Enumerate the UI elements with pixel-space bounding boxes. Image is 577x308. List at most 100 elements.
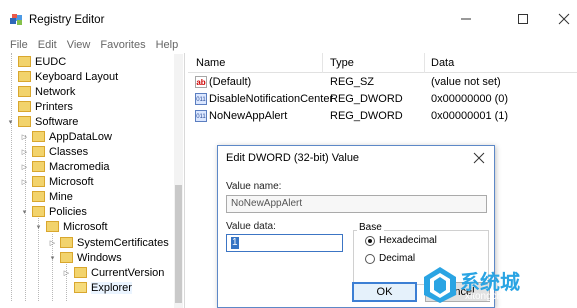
tree-item[interactable]: ▷ CurrentVersion (62, 265, 165, 280)
binary-value-icon: 011 (195, 93, 207, 105)
tree-item-label: Network (35, 85, 76, 98)
tree-item[interactable]: ▷ SystemCertificates (48, 235, 169, 250)
ok-button[interactable]: OK (352, 282, 417, 302)
menu-file[interactable]: File (10, 39, 28, 51)
close-icon (473, 152, 485, 164)
folder-icon (32, 176, 45, 187)
value-type: REG_DWORD (330, 110, 403, 122)
folder-icon (46, 221, 59, 232)
tree-item-label: Mine (49, 190, 73, 203)
close-button[interactable] (541, 8, 577, 30)
expanded-chevron-icon[interactable]: ▾ (6, 117, 15, 126)
tree-item[interactable]: ▾ Windows (48, 250, 122, 265)
value-row[interactable]: ab (Default) REG_SZ (value not set) (188, 74, 577, 91)
dialog-title-bar: Edit DWORD (32-bit) Value (218, 146, 494, 170)
tree-item[interactable]: Keyboard Layout (6, 69, 118, 84)
value-row[interactable]: 011 NoNewAppAlert REG_DWORD 0x00000001 (… (188, 108, 577, 125)
menu-bar: File Edit View Favorites Help (0, 36, 577, 53)
folder-icon (32, 146, 45, 157)
tree-item-label: Policies (49, 205, 87, 218)
value-name-field[interactable]: NoNewAppAlert (226, 195, 487, 213)
tree-item-label: Keyboard Layout (35, 70, 119, 83)
tree-item[interactable]: ▷ Macromedia (20, 159, 110, 174)
value-data: 0x00000001 (1) (431, 110, 509, 122)
tree-item[interactable]: Explorer (62, 280, 132, 295)
folder-icon (18, 86, 31, 97)
decimal-label[interactable]: Decimal (379, 253, 415, 264)
folder-icon (18, 101, 31, 112)
base-label: Base (357, 222, 384, 233)
value-data-field[interactable]: 1 (226, 234, 343, 252)
value-name: DisableNotificationCenter (209, 93, 334, 105)
folder-icon (32, 131, 45, 142)
header-name[interactable]: Name (196, 57, 225, 69)
collapsed-chevron-icon[interactable]: ▷ (20, 132, 29, 141)
tree-item-label: Microsoft (63, 220, 108, 233)
tree-item[interactable]: Printers (6, 99, 73, 114)
dialog-title: Edit DWORD (32-bit) Value (226, 152, 360, 164)
value-data-text: 1 (231, 237, 239, 249)
tree-item[interactable]: Network (6, 84, 75, 99)
collapsed-chevron-icon[interactable]: ▷ (62, 268, 71, 277)
value-type: REG_SZ (330, 76, 375, 88)
menu-help[interactable]: Help (156, 39, 179, 51)
tree-item[interactable]: ▷ Microsoft (20, 174, 94, 189)
collapsed-chevron-icon[interactable]: ▷ (20, 177, 29, 186)
menu-favorites[interactable]: Favorites (100, 39, 145, 51)
tree-item[interactable]: ▾ Microsoft (34, 219, 108, 234)
cancel-button[interactable]: Cancel (425, 282, 490, 302)
folder-icon (60, 237, 73, 248)
tree-item[interactable]: ▷ Classes (20, 144, 88, 159)
tree-item-label: CurrentVersion (91, 266, 165, 279)
tree-item-label: Macromedia (49, 160, 110, 173)
registry-editor-window: Registry Editor File Edit View Favorites… (0, 0, 577, 308)
tree-item[interactable]: EUDC (6, 54, 66, 69)
edit-dword-dialog: Edit DWORD (32-bit) Value Value name: No… (217, 145, 495, 308)
folder-icon (74, 282, 87, 293)
header-type[interactable]: Type (330, 57, 354, 69)
collapsed-chevron-icon[interactable]: ▷ (48, 238, 57, 247)
menu-edit[interactable]: Edit (38, 39, 57, 51)
collapsed-chevron-icon[interactable]: ▷ (20, 162, 29, 171)
expanded-chevron-icon[interactable]: ▾ (48, 253, 57, 262)
folder-icon (18, 56, 31, 67)
tree-item-label: SystemCertificates (77, 236, 169, 249)
binary-value-icon: 011 (195, 110, 207, 122)
folder-icon (32, 206, 45, 217)
minimize-button[interactable] (443, 8, 489, 30)
decimal-radio[interactable] (365, 254, 375, 264)
registry-editor-icon (10, 14, 22, 25)
tree-item-label: Windows (77, 251, 122, 264)
collapsed-chevron-icon[interactable]: ▷ (20, 147, 29, 156)
tree-item-label: Software (35, 115, 79, 128)
value-row[interactable]: 011 DisableNotificationCenter REG_DWORD … (188, 91, 577, 108)
value-name-label: Value name: (226, 181, 282, 192)
tree-item[interactable]: ▾ Policies (20, 204, 87, 219)
tree-item[interactable]: ▾ Software (6, 114, 79, 129)
title-bar: Registry Editor (0, 0, 577, 36)
expanded-chevron-icon[interactable]: ▾ (34, 222, 43, 231)
maximize-icon (518, 14, 528, 24)
tree-item[interactable]: ▷ AppDataLow (20, 129, 112, 144)
tree-item[interactable]: Mine (20, 189, 73, 204)
header-data[interactable]: Data (431, 57, 454, 69)
folder-icon (18, 71, 31, 82)
tree-item-label: Microsoft (49, 175, 94, 188)
expanded-chevron-icon[interactable]: ▾ (20, 207, 29, 216)
close-icon (558, 13, 570, 25)
maximize-button[interactable] (500, 8, 546, 30)
menu-view[interactable]: View (67, 39, 91, 51)
hexadecimal-radio[interactable] (365, 236, 375, 246)
tree-item-label: AppDataLow (49, 130, 112, 143)
folder-icon (60, 252, 73, 263)
tree-scroll-thumb[interactable] (175, 185, 182, 303)
value-name: NoNewAppAlert (209, 110, 288, 122)
value-data: 0x00000000 (0) (431, 93, 509, 105)
folder-icon (18, 116, 31, 127)
tree-item-label: Classes (49, 145, 89, 158)
hexadecimal-label[interactable]: Hexadecimal (379, 235, 437, 246)
value-data-label: Value data: (226, 221, 276, 232)
dialog-close-button[interactable] (469, 148, 489, 168)
